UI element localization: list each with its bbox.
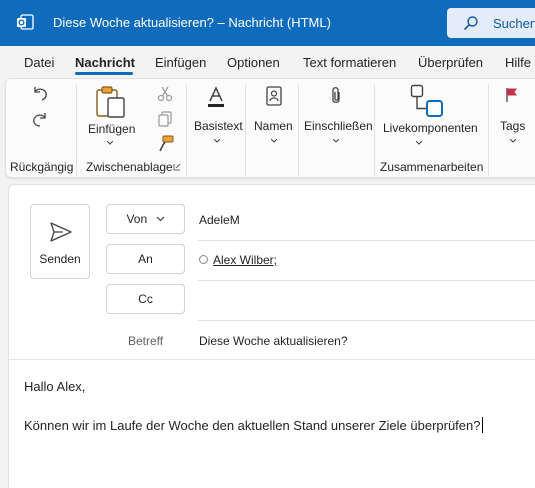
include-label[interactable]: Einschließen	[304, 119, 373, 133]
tab-optionen[interactable]: Optionen	[227, 55, 280, 70]
title-bar: Diese Woche aktualisieren? – Nachricht (…	[0, 0, 535, 46]
ribbon-divider	[374, 84, 375, 176]
chevron-down-icon	[156, 216, 164, 222]
outlook-app-icon	[17, 14, 34, 30]
collab-group-label: Zusammenarbeiten	[380, 160, 484, 174]
tags-label[interactable]: Tags	[500, 119, 525, 133]
live-components-caret-icon[interactable]	[416, 141, 422, 145]
paste-icon[interactable]	[95, 85, 127, 119]
cut-icon[interactable]	[157, 86, 173, 102]
search-icon	[464, 16, 478, 30]
tab-einfuegen[interactable]: Einfügen	[155, 55, 206, 70]
tags-caret-icon[interactable]	[510, 139, 516, 143]
attach-icon[interactable]	[329, 86, 343, 106]
clipboard-group-label: Zwischenablage	[86, 160, 173, 174]
loop-components-icon[interactable]	[410, 84, 444, 118]
field-divider	[198, 240, 535, 241]
copy-icon[interactable]	[157, 111, 173, 127]
names-caret-icon[interactable]	[271, 139, 277, 143]
format-painter-icon[interactable]	[157, 135, 174, 152]
tab-datei[interactable]: Datei	[24, 55, 54, 70]
send-button[interactable]: Senden	[30, 204, 90, 279]
cc-button[interactable]: Cc	[106, 284, 185, 314]
active-tab-indicator	[75, 72, 133, 75]
presence-icon	[199, 255, 208, 264]
field-divider	[198, 280, 535, 281]
send-label: Senden	[39, 252, 81, 266]
undo-icon[interactable]	[31, 84, 49, 102]
ribbon-divider	[488, 84, 489, 176]
field-divider	[198, 320, 535, 321]
flag-icon[interactable]	[505, 87, 519, 103]
from-button[interactable]: Von	[106, 204, 185, 234]
paste-label[interactable]: Einfügen	[88, 122, 135, 136]
basic-text-caret-icon[interactable]	[214, 139, 220, 143]
subject-input[interactable]: Diese Woche aktualisieren?	[199, 334, 348, 348]
window-title: Diese Woche aktualisieren? – Nachricht (…	[53, 15, 331, 30]
send-icon	[50, 222, 72, 242]
font-color-icon[interactable]	[206, 86, 226, 108]
from-value: AdeleM	[199, 213, 240, 227]
tab-text-formatieren[interactable]: Text formatieren	[303, 55, 396, 70]
paste-caret-icon[interactable]	[107, 141, 113, 145]
tab-nachricht[interactable]: Nachricht	[75, 55, 135, 70]
ribbon-divider	[186, 84, 187, 176]
subject-label: Betreff	[128, 334, 164, 348]
to-recipient[interactable]: Alex Wilber;	[213, 253, 277, 267]
live-components-label[interactable]: Livekomponenten	[383, 121, 478, 135]
ribbon-divider	[298, 84, 299, 176]
dialog-launcher-icon[interactable]	[173, 163, 181, 171]
body-line-text: Können wir im Laufe der Woche den aktuel…	[24, 418, 481, 433]
tab-ueberpruefen[interactable]: Überprüfen	[418, 55, 483, 70]
to-button[interactable]: An	[106, 244, 185, 274]
ribbon-divider	[76, 84, 77, 176]
body-divider	[9, 359, 535, 360]
text-cursor	[481, 417, 483, 433]
undo-group-label: Rückgängig	[10, 160, 74, 174]
tab-hilfe[interactable]: Hilfe	[505, 55, 531, 70]
from-label: Von	[126, 212, 148, 226]
names-label[interactable]: Namen	[254, 119, 293, 133]
ribbon-divider	[245, 84, 246, 176]
search-box[interactable]: Suchen	[447, 8, 535, 38]
address-book-icon[interactable]	[265, 86, 283, 106]
basic-text-label[interactable]: Basistext	[194, 119, 243, 133]
include-caret-icon[interactable]	[333, 139, 339, 143]
body-greeting[interactable]: Hallo Alex,	[24, 379, 85, 394]
redo-icon[interactable]	[31, 110, 49, 128]
search-label: Suchen	[493, 16, 535, 31]
body-line[interactable]: Können wir im Laufe der Woche den aktuel…	[24, 417, 483, 433]
